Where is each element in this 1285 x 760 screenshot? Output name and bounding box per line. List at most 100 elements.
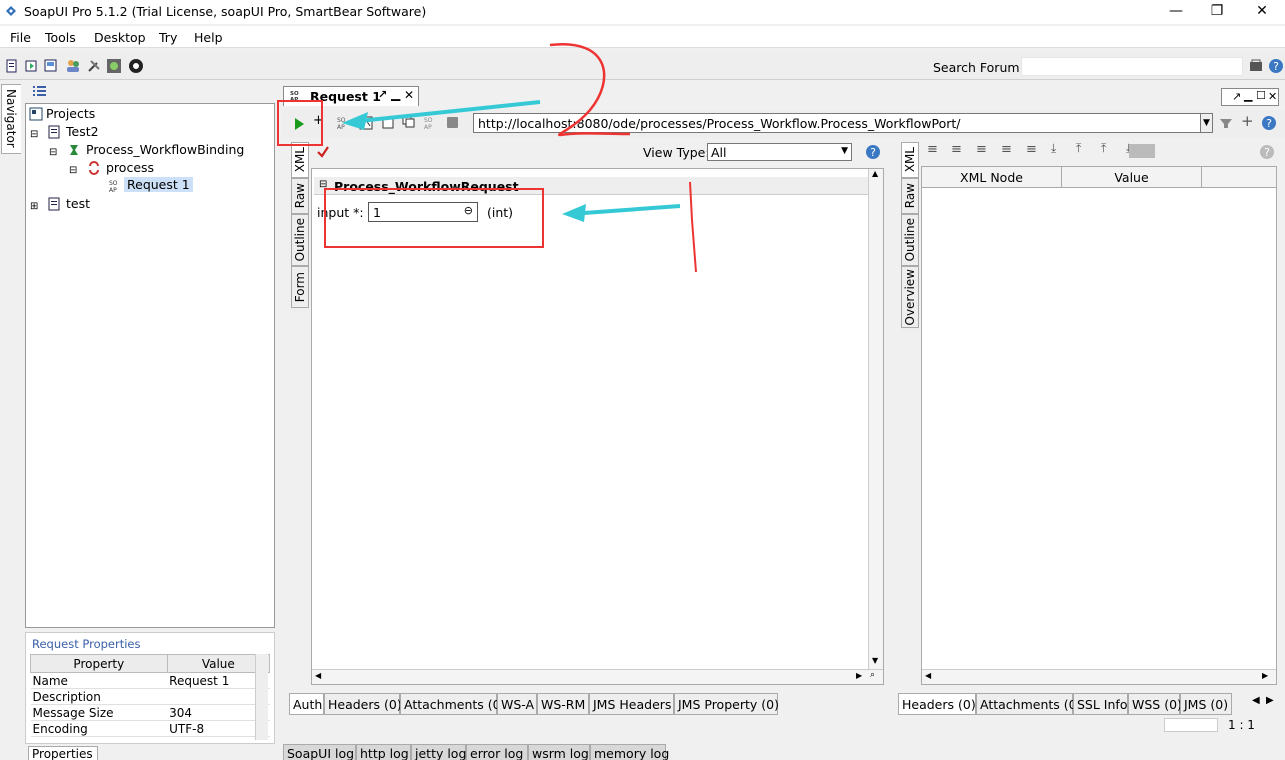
scroll-right-icon[interactable]: ▶	[856, 671, 862, 680]
collapse-toggle-icon[interactable]: ⊟	[49, 147, 57, 158]
scroll-down-icon[interactable]: ▼	[872, 656, 878, 665]
edit-endpoints-icon[interactable]	[1219, 116, 1233, 130]
tab-overview[interactable]: Overview	[901, 266, 919, 328]
tab-jms[interactable]: JMS (0)	[1180, 693, 1232, 715]
add-endpoint-icon[interactable]: +	[1241, 112, 1254, 130]
properties-tab[interactable]: Properties	[28, 746, 98, 760]
view-type-select[interactable]: All ▼	[707, 143, 852, 161]
scroll-right-icon[interactable]: ▶	[1262, 671, 1268, 680]
help-icon[interactable]: ?	[865, 144, 881, 160]
new-project-icon[interactable]	[4, 58, 20, 74]
tab-ws-rm[interactable]: WS-RM	[537, 693, 589, 715]
scroll-tabs-right-icon[interactable]: ▶	[1266, 695, 1274, 706]
tree-item-projects[interactable]: Projects	[46, 106, 95, 121]
tab-wss[interactable]: WSS (0)	[1128, 693, 1182, 715]
move-down-icon[interactable]: ⤓	[1051, 141, 1056, 156]
monitor-icon[interactable]	[106, 58, 122, 74]
tab-outline[interactable]: Outline	[901, 214, 919, 266]
annotation-arrows-icon	[342, 42, 697, 273]
maximize-icon[interactable]: ☐	[1256, 89, 1266, 102]
tree-item-process[interactable]: process	[106, 160, 154, 175]
tab-xml[interactable]: XML	[901, 142, 919, 178]
move-up-icon[interactable]: ⤒	[1076, 141, 1081, 156]
float-icon[interactable]: ↗	[1232, 90, 1241, 103]
response-outline: XML Node Value ◀ ▶	[921, 166, 1277, 685]
close-icon[interactable]: ✕	[1268, 90, 1277, 103]
zoom-icon[interactable]: ⌕	[870, 670, 875, 680]
properties-scrollbar[interactable]	[255, 654, 268, 740]
align-left-icon[interactable]: ≡	[927, 142, 938, 157]
table-row[interactable]: Description	[30, 688, 270, 705]
menu-try[interactable]: Try	[159, 30, 177, 45]
minimize-icon[interactable]: ▁	[1244, 89, 1252, 102]
tab-jms-property[interactable]: JMS Property (0)	[674, 693, 779, 715]
search-forum-input[interactable]	[1021, 57, 1243, 76]
title-bar: SoapUI Pro 5.1.2 (Trial License, soapUI …	[0, 0, 1285, 24]
tab-soapui-log[interactable]: SoapUI log	[283, 744, 356, 760]
tab-jms-headers[interactable]: JMS Headers	[589, 693, 674, 715]
help-icon[interactable]: ?	[1261, 115, 1277, 131]
response-horizontal-scrollbar[interactable]: ◀ ▶	[922, 669, 1276, 684]
forum-icon[interactable]	[1248, 58, 1264, 74]
collapse-all-icon[interactable]: ⤒	[1101, 141, 1106, 156]
menu-tools[interactable]: Tools	[45, 30, 76, 45]
menu-desktop[interactable]: Desktop	[94, 30, 146, 45]
tab-wsrm-log[interactable]: wsrm log	[528, 744, 590, 760]
tree-item-request-1[interactable]: Request 1	[124, 177, 193, 192]
column-header-xml-node[interactable]: XML Node	[922, 167, 1062, 187]
tree-view-icon[interactable]	[33, 85, 47, 97]
scroll-left-icon[interactable]: ◀	[315, 671, 321, 680]
table-row[interactable]: Message Size 304	[30, 704, 270, 721]
save-all-icon[interactable]	[43, 58, 59, 74]
scroll-tabs-left-icon[interactable]: ◀	[1252, 695, 1260, 706]
expand-toggle-icon[interactable]: ⊞	[30, 201, 38, 212]
tree-item-test2[interactable]: Test2	[66, 124, 99, 139]
column-header-value[interactable]: Value	[1062, 167, 1202, 187]
preferences-icon[interactable]	[128, 58, 144, 74]
navigator-tab[interactable]: Navigator	[1, 84, 21, 154]
users-icon[interactable]	[65, 58, 81, 74]
import-project-icon[interactable]	[24, 58, 40, 74]
tab-attachments[interactable]: Attachments (0)	[976, 693, 1081, 715]
help-icon[interactable]: ?	[1259, 144, 1275, 160]
menu-help[interactable]: Help	[194, 30, 223, 45]
maximize-button[interactable]: ❐	[1194, 0, 1240, 24]
tools-icon[interactable]	[86, 58, 102, 74]
tab-error-log[interactable]: error log	[466, 744, 528, 760]
property-name: Encoding	[30, 720, 168, 737]
column-header-property[interactable]: Property	[30, 654, 168, 673]
tab-ws-a[interactable]: WS-A	[497, 693, 537, 715]
editor-horizontal-scrollbar[interactable]: ◀ ▶ ⌕	[312, 669, 883, 684]
table-row[interactable]: Name Request 1	[30, 672, 270, 689]
tab-attachments[interactable]: Attachments (0)	[400, 693, 505, 715]
table-row[interactable]: Encoding UTF-8	[30, 720, 270, 737]
tab-ssl-info[interactable]: SSL Info	[1073, 693, 1128, 715]
editor-vertical-scrollbar[interactable]: ▲ ▼	[868, 169, 883, 669]
scroll-left-icon[interactable]: ◀	[925, 671, 931, 680]
svg-text:?: ?	[870, 146, 876, 159]
collapse-toggle-icon[interactable]: ⊟	[30, 129, 38, 140]
url-dropdown-icon[interactable]: ▼	[1200, 113, 1213, 133]
minimize-button[interactable]: —	[1153, 0, 1199, 24]
indent-icon[interactable]: ≡	[1026, 142, 1037, 157]
menu-file[interactable]: File	[10, 30, 31, 45]
justify-icon[interactable]: ≡	[1001, 142, 1012, 157]
close-button[interactable]: ✕	[1239, 0, 1285, 24]
tab-raw[interactable]: Raw	[901, 178, 919, 214]
tab-auth[interactable]: Auth	[289, 693, 324, 715]
tree-item-binding[interactable]: Process_WorkflowBinding	[86, 142, 244, 157]
align-right-icon[interactable]: ≡	[976, 142, 987, 157]
xsd-icon[interactable]	[1129, 144, 1155, 158]
tab-headers[interactable]: Headers (0)	[324, 693, 402, 715]
properties-table: Property Value Name Request 1 Description…	[30, 654, 271, 737]
align-center-icon[interactable]: ≡	[951, 142, 962, 157]
tab-http-log[interactable]: http log	[356, 744, 411, 760]
tab-headers[interactable]: Headers (0)	[898, 693, 976, 715]
tab-jetty-log[interactable]: jetty log	[411, 744, 466, 760]
scroll-up-icon[interactable]: ▲	[872, 169, 878, 178]
request-properties-panel: Request Properties Property Value Name Re…	[25, 632, 275, 744]
tree-item-test[interactable]: test	[66, 196, 90, 211]
collapse-toggle-icon[interactable]: ⊟	[69, 165, 77, 176]
help-icon[interactable]: ?	[1268, 58, 1284, 74]
tab-memory-log[interactable]: memory log	[590, 744, 669, 760]
